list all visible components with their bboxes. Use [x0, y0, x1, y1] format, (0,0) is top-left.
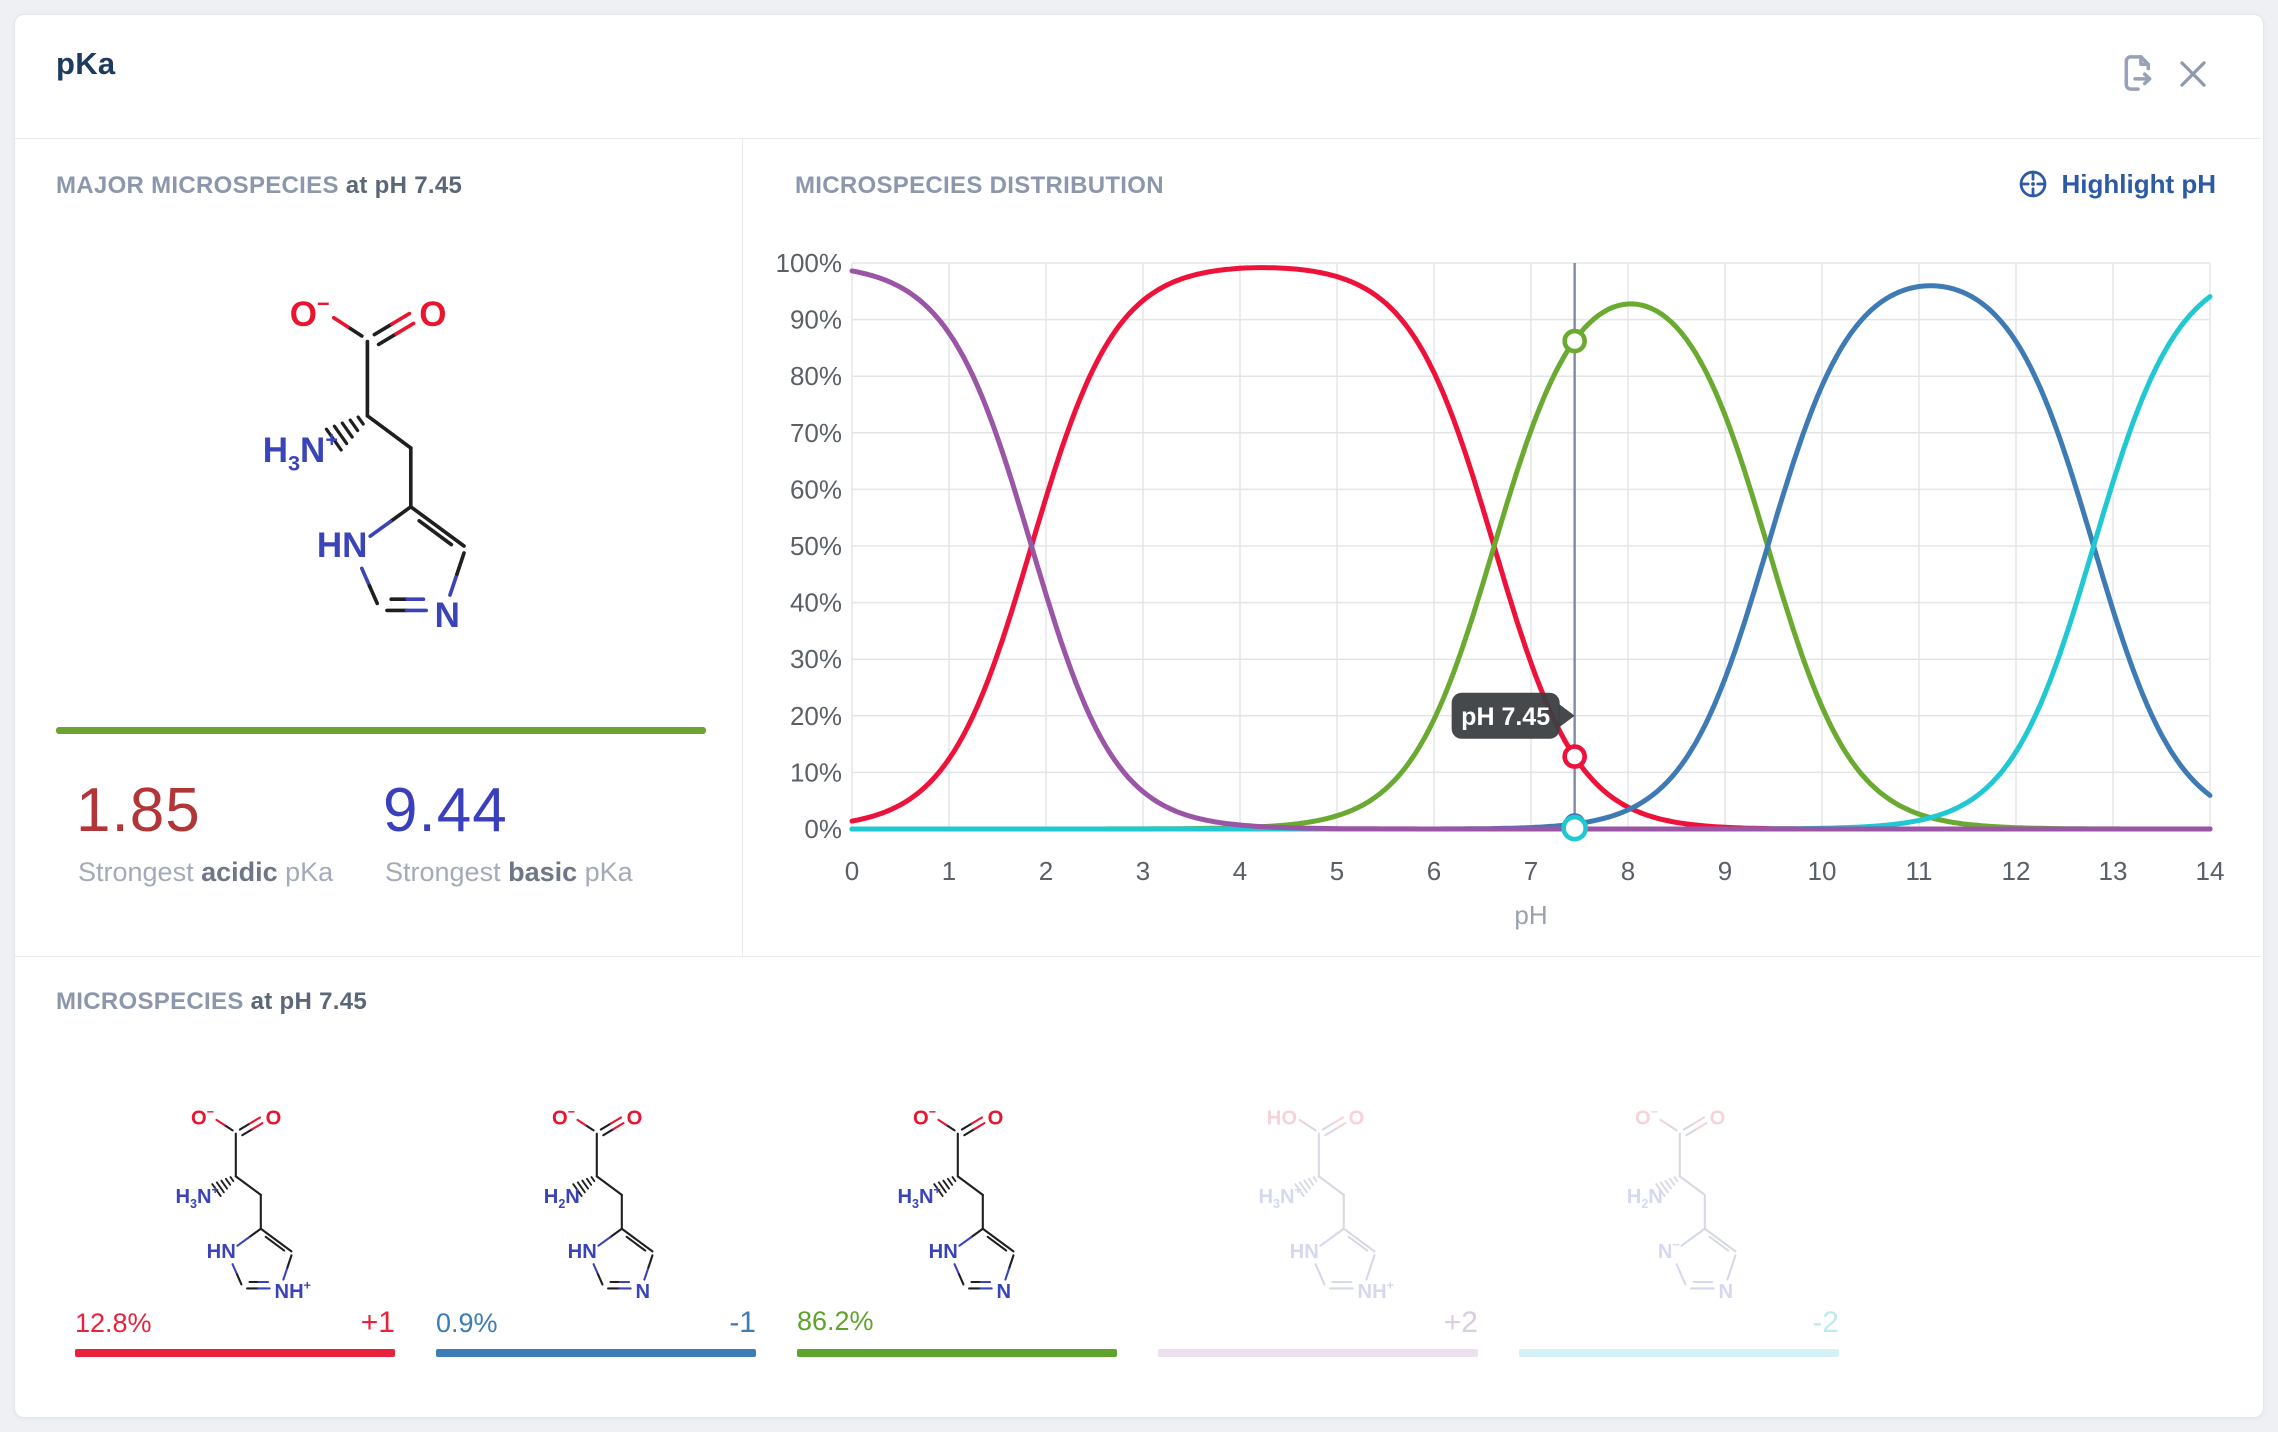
svg-text:14: 14	[2196, 856, 2225, 886]
species-accent-bar	[436, 1349, 756, 1357]
section-divider	[15, 956, 2261, 957]
svg-text:90%: 90%	[790, 305, 842, 335]
svg-text:3: 3	[1136, 856, 1150, 886]
svg-text:5: 5	[1330, 856, 1344, 886]
svg-text:H3N+: H3N+	[1258, 1183, 1301, 1211]
close-icon	[2177, 58, 2209, 90]
species-labels: 12.8% +1	[75, 1306, 395, 1340]
svg-text:0%: 0%	[804, 814, 842, 844]
svg-text:O−: O−	[191, 1105, 214, 1130]
svg-text:20%: 20%	[790, 701, 842, 731]
svg-text:HN: HN	[929, 1241, 958, 1263]
svg-text:100%: 100%	[776, 248, 843, 278]
svg-text:N: N	[997, 1281, 1012, 1303]
svg-text:O−: O−	[552, 1105, 575, 1130]
species-charge: -2	[1812, 1306, 1839, 1340]
svg-text:30%: 30%	[790, 644, 842, 674]
microspecies-structure-minus1: O− O H2N HN N	[499, 1082, 693, 1332]
microspecies-structure-minus2: O− O H2N N− N	[1582, 1082, 1776, 1332]
svg-text:8: 8	[1621, 856, 1635, 886]
svg-text:11: 11	[1906, 856, 1933, 886]
svg-text:6: 6	[1427, 856, 1441, 886]
svg-text:40%: 40%	[790, 588, 842, 618]
species-charge: -1	[729, 1306, 756, 1340]
svg-text:80%: 80%	[790, 361, 842, 391]
microspecies-structure-plus1: O− O H3N+ HN NH+	[138, 1082, 332, 1332]
svg-text:1: 1	[942, 856, 956, 886]
svg-text:N−: N−	[1658, 1238, 1680, 1263]
svg-text:12: 12	[2002, 856, 2031, 886]
svg-text:9: 9	[1718, 856, 1732, 886]
svg-text:HN: HN	[568, 1241, 597, 1263]
svg-text:H2N: H2N	[544, 1186, 580, 1211]
major-species-accent-rule	[56, 727, 706, 734]
svg-text:pH: pH	[1514, 900, 1547, 930]
species-accent-bar	[1519, 1349, 1839, 1357]
strongest-acidic-pka-caption: Strongest acidic pKa	[78, 857, 333, 888]
svg-text:70%: 70%	[790, 418, 842, 448]
svg-text:O: O	[266, 1108, 282, 1130]
svg-text:N: N	[1719, 1281, 1734, 1303]
svg-text:HO: HO	[1267, 1108, 1297, 1130]
species-accent-bar	[1158, 1349, 1478, 1357]
svg-text:O: O	[1349, 1108, 1365, 1130]
svg-text:N: N	[636, 1281, 651, 1303]
svg-text:50%: 50%	[790, 531, 842, 561]
svg-text:10%: 10%	[790, 757, 842, 787]
svg-text:0: 0	[845, 856, 859, 886]
species-charge: +2	[1444, 1306, 1478, 1340]
species-percent: 86.2%	[797, 1306, 874, 1337]
microspecies-structure-zwitterion: O− O H3N+ HN N	[860, 1082, 1054, 1332]
species-labels: 0.9% -1	[436, 1306, 756, 1340]
svg-text:N: N	[435, 596, 460, 635]
svg-text:H2N: H2N	[1627, 1186, 1663, 1211]
svg-text:NH+: NH+	[275, 1278, 311, 1303]
strongest-basic-pka-value: 9.44	[383, 780, 508, 842]
svg-text:O−: O−	[1635, 1105, 1658, 1130]
major-microspecies-structure: O− O H3N+ HN N	[198, 252, 534, 686]
svg-text:O: O	[627, 1108, 643, 1130]
svg-text:HN: HN	[207, 1241, 236, 1263]
svg-text:H3N+: H3N+	[263, 427, 338, 476]
strongest-basic-pka-caption: Strongest basic pKa	[385, 857, 633, 888]
microspecies-structure-plus2: HO O H3N+ HN NH+	[1221, 1082, 1415, 1332]
major-microspecies-title: MAJOR MICROSPECIES at pH 7.45	[56, 172, 462, 200]
header-divider	[15, 138, 2261, 139]
svg-text:13: 13	[2099, 856, 2128, 886]
svg-text:NH+: NH+	[1358, 1278, 1394, 1303]
species-accent-bar	[797, 1349, 1117, 1357]
svg-text:60%: 60%	[790, 474, 842, 504]
svg-text:HN: HN	[317, 526, 368, 565]
species-percent: 12.8%	[75, 1308, 152, 1339]
strongest-acidic-pka-value: 1.85	[76, 780, 201, 842]
export-icon	[2119, 52, 2157, 94]
svg-text:7: 7	[1524, 856, 1538, 886]
svg-text:2: 2	[1039, 856, 1053, 886]
species-percent: 0.9%	[436, 1308, 498, 1339]
svg-text:O−: O−	[913, 1105, 936, 1130]
species-labels: +2	[1158, 1306, 1478, 1340]
svg-text:O: O	[1710, 1108, 1726, 1130]
export-button[interactable]	[2119, 52, 2157, 94]
svg-text:O: O	[988, 1108, 1004, 1130]
page-title: pKa	[56, 46, 115, 82]
svg-text:H3N+: H3N+	[897, 1183, 940, 1211]
species-charge: +1	[361, 1306, 395, 1340]
svg-text:O−: O−	[290, 291, 330, 334]
microspecies-distribution-chart[interactable]: pH 7.45 0% 10% 20% 30% 40% 50% 60% 70% 80% 90% 100%…	[742, 140, 2266, 955]
svg-text:4: 4	[1233, 856, 1247, 886]
close-button[interactable]	[2177, 58, 2209, 90]
svg-text:O: O	[419, 295, 446, 334]
svg-text:pH 7.45: pH 7.45	[1461, 703, 1550, 731]
species-labels: -2	[1519, 1306, 1839, 1340]
svg-text:HN: HN	[1290, 1241, 1319, 1263]
species-accent-bar	[75, 1349, 395, 1357]
species-labels: 86.2%	[797, 1306, 1117, 1337]
svg-text:H3N+: H3N+	[175, 1183, 218, 1211]
microspecies-title: MICROSPECIES at pH 7.45	[56, 988, 367, 1016]
svg-text:10: 10	[1808, 856, 1837, 886]
